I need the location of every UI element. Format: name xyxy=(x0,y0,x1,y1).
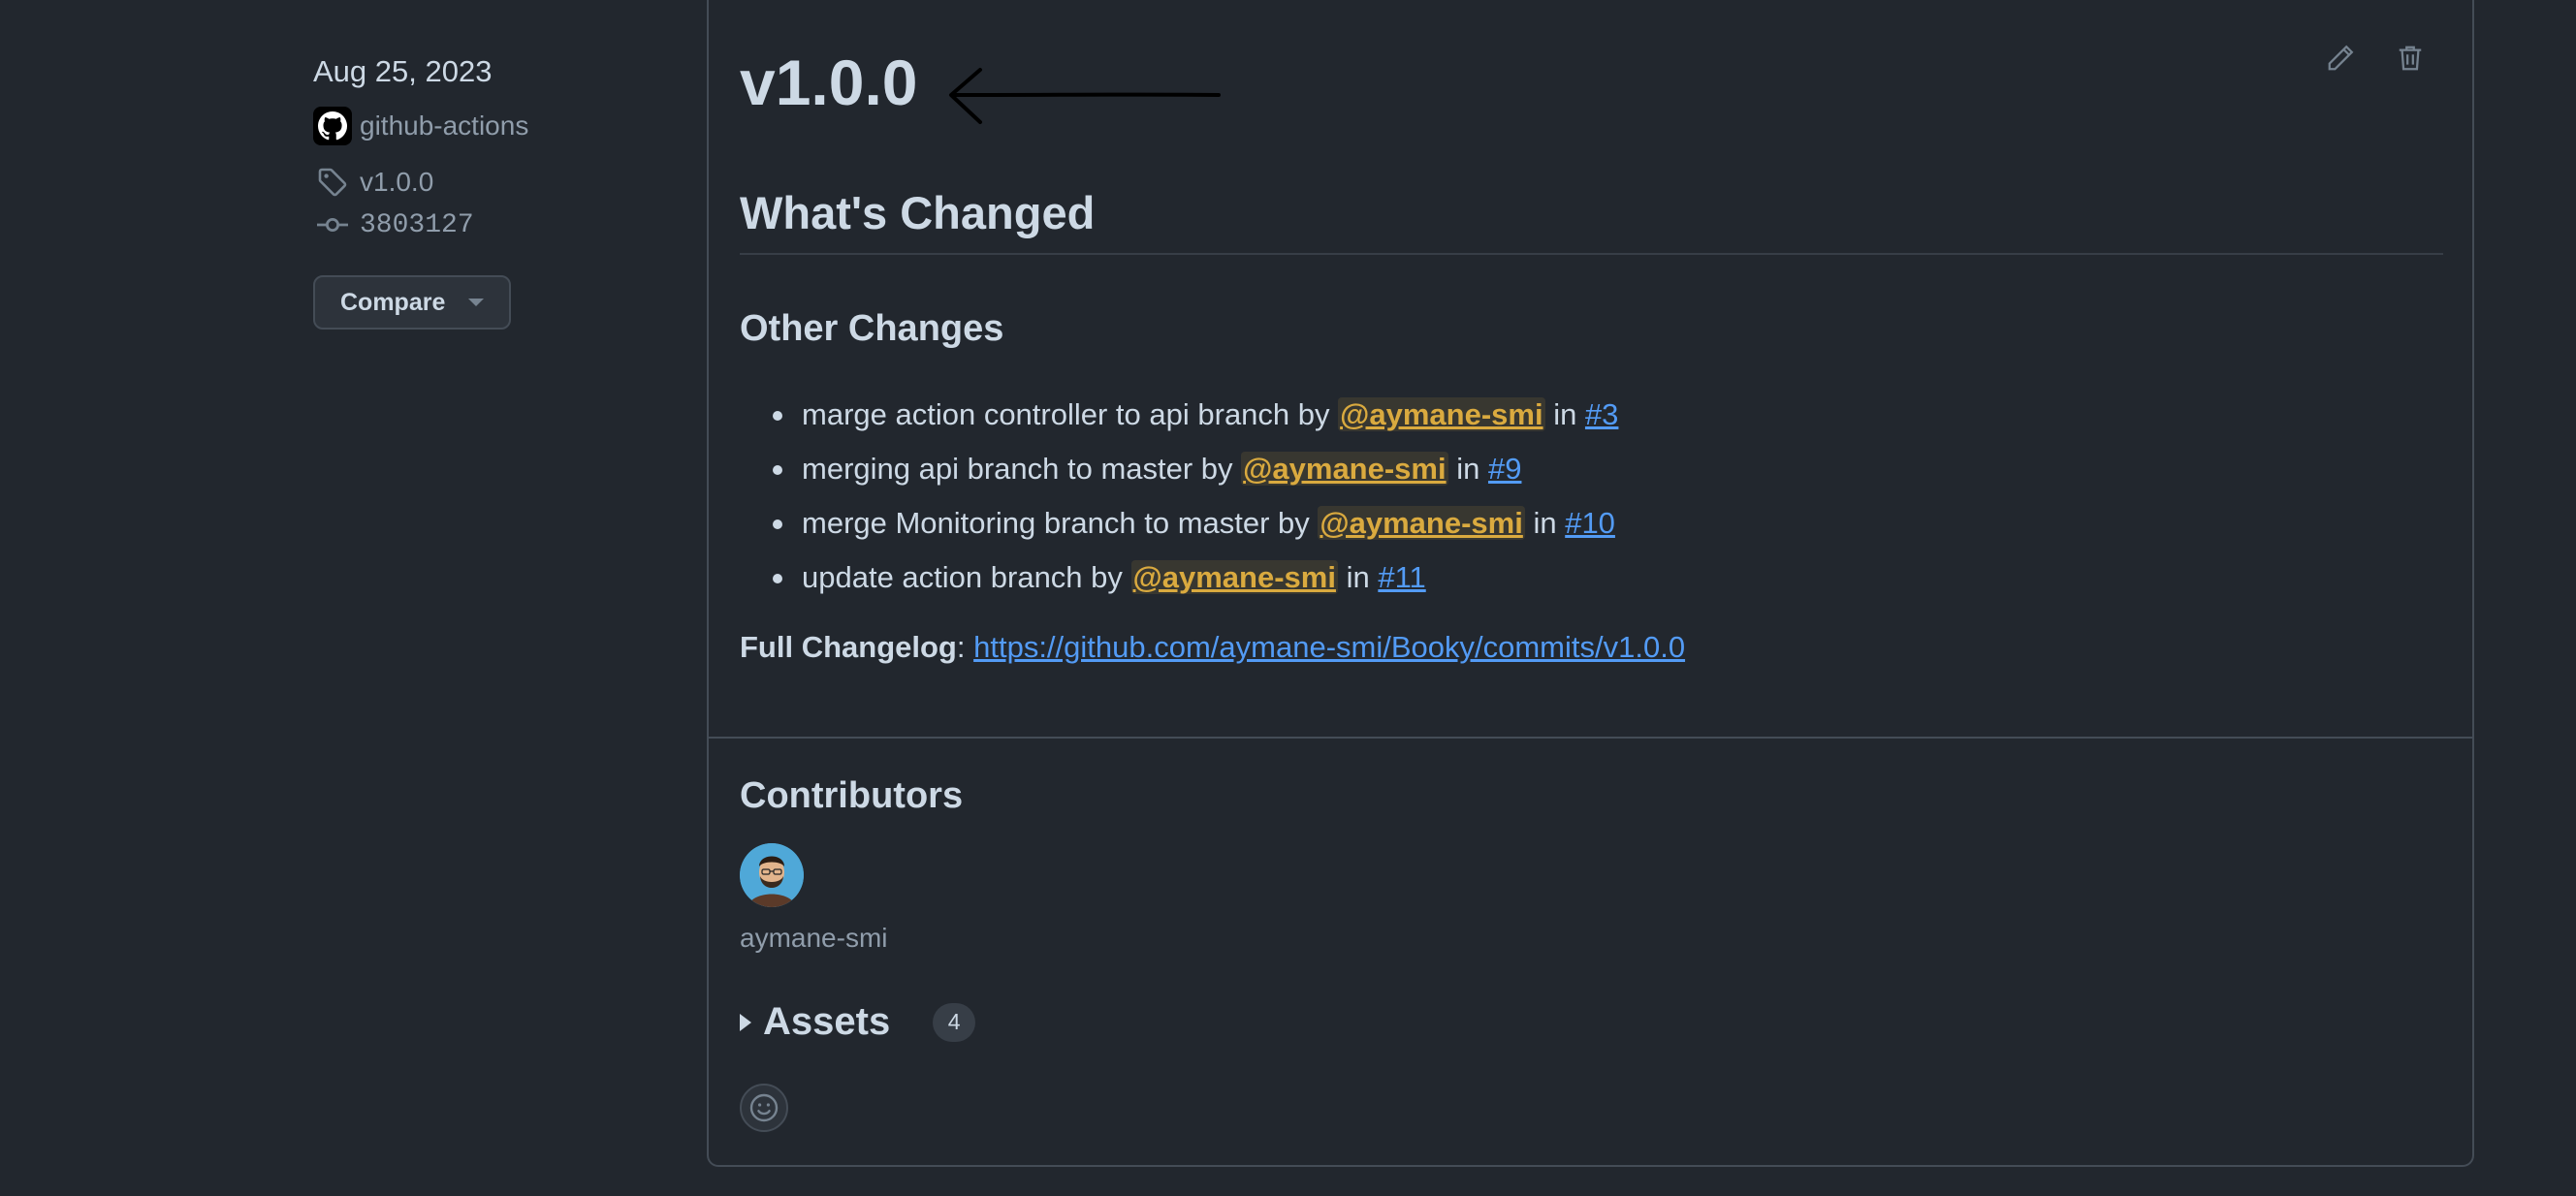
change-in-text: in xyxy=(1544,397,1585,431)
compare-button[interactable]: Compare xyxy=(313,275,512,330)
smiley-icon xyxy=(749,1093,779,1122)
pencil-icon[interactable] xyxy=(2321,39,2360,78)
user-mention-link[interactable]: @aymane-smi xyxy=(1338,397,1545,431)
change-in-text: in xyxy=(1337,560,1379,594)
user-mention-link[interactable]: @aymane-smi xyxy=(1318,506,1525,540)
whats-changed-heading: What's Changed xyxy=(740,186,2443,255)
release-meta: Aug 25, 2023 github-actions v1.0.0 38031… xyxy=(313,50,662,330)
github-logo-icon xyxy=(313,107,352,145)
release-author[interactable]: github-actions xyxy=(313,105,662,147)
change-in-text: in xyxy=(1524,506,1566,540)
add-reaction-button[interactable] xyxy=(740,1084,788,1132)
pull-request-link[interactable]: #10 xyxy=(1565,506,1615,540)
trash-icon[interactable] xyxy=(2391,39,2430,78)
change-text: update action branch by xyxy=(802,560,1131,594)
list-item: merge Monitoring branch to master by @ay… xyxy=(772,496,1618,551)
list-item: update action branch by @aymane-smi in #… xyxy=(772,551,1618,605)
release-body: v1.0.0 What's Changed Other Changes marg… xyxy=(709,0,2472,739)
release-page: Aug 25, 2023 github-actions v1.0.0 38031… xyxy=(0,0,2576,1196)
change-text: merging api branch to master by xyxy=(802,452,1242,486)
release-footer: Contributors aymane-smi Assets 4 xyxy=(709,739,2472,1165)
contributors-heading: Contributors xyxy=(740,775,964,816)
user-mention-link[interactable]: @aymane-smi xyxy=(1241,452,1448,486)
full-changelog: Full Changelog: https://github.com/ayman… xyxy=(740,630,1685,665)
other-changes-heading: Other Changes xyxy=(740,308,1004,349)
avatar[interactable] xyxy=(740,843,804,907)
release-date: Aug 25, 2023 xyxy=(313,54,493,88)
change-text: merge Monitoring branch to master by xyxy=(802,506,1319,540)
contributor-name[interactable]: aymane-smi xyxy=(740,923,887,954)
contributor-avatar-icon xyxy=(740,843,804,907)
tag-name: v1.0.0 xyxy=(360,167,434,197)
full-changelog-sep: : xyxy=(956,630,974,664)
list-item: marge action controller to api branch by… xyxy=(772,388,1618,442)
changes-list: marge action controller to api branch by… xyxy=(772,388,1618,605)
compare-button-label: Compare xyxy=(340,288,446,316)
full-changelog-label: Full Changelog xyxy=(740,630,957,664)
release-tag[interactable]: v1.0.0 xyxy=(313,161,662,204)
caret-down-icon xyxy=(468,299,485,306)
assets-toggle[interactable]: Assets 4 xyxy=(740,1000,976,1044)
commit-sha: 3803127 xyxy=(360,209,474,240)
change-text: marge action controller to api branch by xyxy=(802,397,1339,431)
user-mention-link[interactable]: @aymane-smi xyxy=(1130,560,1338,594)
triangle-right-icon xyxy=(740,1013,751,1031)
assets-heading: Assets xyxy=(763,1000,891,1043)
full-changelog-link[interactable]: https://github.com/aymane-smi/Booky/comm… xyxy=(973,630,1685,664)
pull-request-link[interactable]: #11 xyxy=(1378,560,1425,594)
pull-request-link[interactable]: #3 xyxy=(1585,397,1618,431)
list-item: merging api branch to master by @aymane-… xyxy=(772,442,1618,496)
author-avatar-wrap xyxy=(313,107,352,145)
author-name: github-actions xyxy=(360,110,529,141)
release-actions xyxy=(2321,39,2430,78)
release-commit[interactable]: 3803127 xyxy=(313,204,662,246)
pull-request-link[interactable]: #9 xyxy=(1488,452,1521,486)
annotation-arrow-icon xyxy=(949,68,1221,124)
change-in-text: in xyxy=(1447,452,1488,486)
commit-icon xyxy=(313,205,352,244)
tag-icon xyxy=(313,163,352,202)
release-title[interactable]: v1.0.0 xyxy=(740,39,918,126)
release-card: v1.0.0 What's Changed Other Changes marg… xyxy=(707,0,2474,1167)
assets-count-badge: 4 xyxy=(933,1002,976,1042)
